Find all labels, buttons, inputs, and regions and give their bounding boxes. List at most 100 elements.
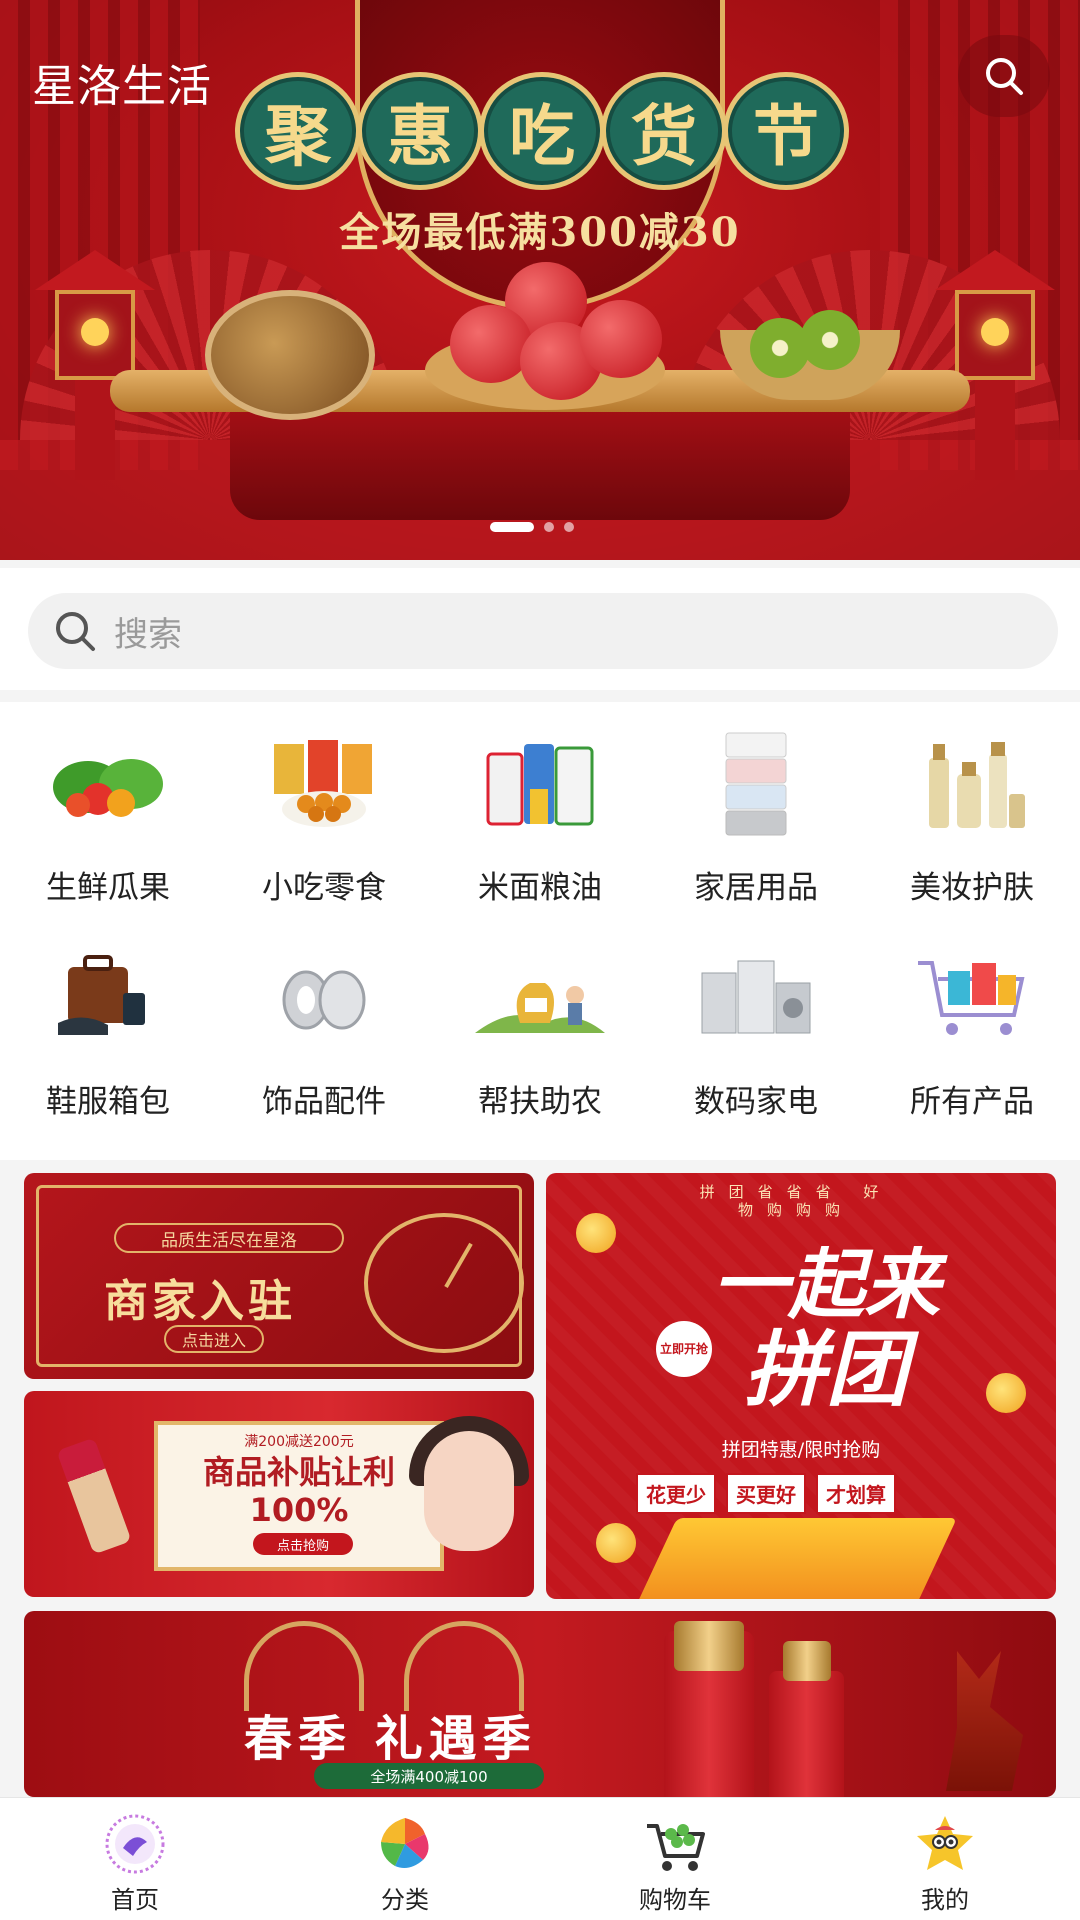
category-item-fresh-fruit[interactable]: 生鲜瓜果: [0, 724, 216, 938]
group-buy-tags: 花更少 买更好 才划算: [636, 1473, 896, 1514]
group-buy-tag: 买更好: [726, 1473, 806, 1514]
earrings-icon: [259, 938, 389, 1058]
drawer-cabinet-icon: [691, 724, 821, 844]
subsidy-top-text: 满200减送200元: [244, 1434, 354, 1450]
coin-icon: [576, 1213, 616, 1253]
group-buy-banner[interactable]: 拼团省省省 好物购购购 一起来 拼团 立即开抢 拼团特惠/限时抢购 花更少 买更…: [546, 1173, 1056, 1599]
vegetables-icon: [43, 724, 173, 844]
snacks-icon: [259, 724, 389, 844]
lantern-icon: [35, 250, 155, 480]
farmer-aid-icon: [475, 938, 605, 1058]
cosmetic-bottle-icon: [664, 1621, 754, 1797]
phone-stage-illustration: [635, 1518, 957, 1599]
category-item-grain-oil[interactable]: 米面粮油: [432, 724, 648, 938]
merchant-title: 商家入驻: [104, 1276, 296, 1327]
category-item-accessories[interactable]: 饰品配件: [216, 938, 432, 1152]
banner-title-char: 聚: [235, 72, 361, 190]
coin-icon: [986, 1373, 1026, 1413]
grain-oil-icon: [475, 724, 605, 844]
category-label: 帮扶助农: [478, 1084, 602, 1120]
lantern-icon: [935, 250, 1055, 480]
search-input[interactable]: 搜索: [28, 593, 1058, 669]
tab-category[interactable]: 分类: [270, 1798, 540, 1920]
category-label: 小吃零食: [262, 870, 386, 906]
tab-label: 首页: [111, 1886, 159, 1914]
group-buy-tag: 才划算: [816, 1473, 896, 1514]
carousel-dot[interactable]: [564, 522, 574, 532]
app-brand-title: 星洛生活: [32, 61, 212, 112]
antler-decoration: [244, 1621, 364, 1711]
home-icon: [103, 1812, 167, 1876]
category-label: 生鲜瓜果: [46, 870, 170, 906]
category-item-all-products[interactable]: 所有产品: [864, 938, 1080, 1152]
antler-decoration: [404, 1621, 524, 1711]
category-label: 饰品配件: [262, 1084, 386, 1120]
model-face-icon: [424, 1431, 514, 1551]
subsidy-card: 满200减送200元 商品补贴让利100% 点击抢购: [154, 1421, 444, 1571]
category-label: 所有产品: [910, 1084, 1034, 1120]
bottom-tab-bar: 首页 分类 购物车 我的: [0, 1797, 1080, 1920]
banner-title-char: 节: [723, 72, 849, 190]
banner-title: 聚 惠 吃 货 节: [235, 72, 865, 190]
tab-label: 购物车: [639, 1886, 711, 1914]
spring-gift-banner[interactable]: 春季 礼遇季 全场满400减100: [24, 1611, 1056, 1797]
tab-cart[interactable]: 购物车: [540, 1798, 810, 1920]
subsidy-banner[interactable]: 满200减送200元 商品补贴让利100% 点击抢购: [24, 1391, 534, 1597]
merchant-enter-button[interactable]: 点击进入: [164, 1325, 264, 1353]
spring-title: 春季 礼遇季: [244, 1711, 537, 1767]
banner-subtitle: 全场最低满300减30: [339, 209, 741, 256]
tab-label: 我的: [921, 1886, 969, 1914]
subsidy-title: 商品补贴让利100%: [202, 1453, 395, 1529]
banner-title-char: 吃: [479, 72, 605, 190]
coin-icon: [596, 1523, 636, 1563]
category-label: 鞋服箱包: [46, 1084, 170, 1120]
carousel-dot[interactable]: [544, 522, 554, 532]
shopping-cart-icon: [643, 1812, 707, 1876]
banner-title-char: 货: [601, 72, 727, 190]
category-label: 美妆护肤: [910, 870, 1034, 906]
category-label: 家居用品: [694, 870, 818, 906]
start-now-badge: 立即开抢: [656, 1321, 712, 1377]
cosmetic-bottle-icon: [769, 1641, 844, 1797]
group-buy-top-text: 拼团省省省 好物购购购: [699, 1183, 893, 1219]
category-label: 米面粮油: [478, 870, 602, 906]
merchant-slogan: 品质生活尽在星洛: [114, 1223, 344, 1253]
header-search-button[interactable]: [958, 35, 1050, 117]
category-item-shoes-bags[interactable]: 鞋服箱包: [0, 938, 216, 1152]
category-item-farm-aid[interactable]: 帮扶助农: [432, 938, 648, 1152]
category-item-home[interactable]: 家居用品: [648, 724, 864, 938]
apple-icon: [580, 300, 662, 378]
lipstick-icon: [56, 1437, 132, 1555]
cosmetics-icon: [907, 724, 1037, 844]
table-decoration: [230, 410, 850, 520]
carousel-indicator: [490, 522, 574, 532]
category-icon: [373, 1812, 437, 1876]
tab-home[interactable]: 首页: [0, 1798, 270, 1920]
tab-label: 分类: [381, 1886, 429, 1914]
tab-profile[interactable]: 我的: [810, 1798, 1080, 1920]
profile-icon: [913, 1812, 977, 1876]
category-grid: 生鲜瓜果 小吃零食 米面粮油 家居用品 美妆护肤 鞋服箱包 饰品配件 帮扶助农 …: [0, 702, 1080, 1160]
spring-discount-bar: 全场满400减100: [314, 1763, 544, 1789]
subsidy-buy-button[interactable]: 点击抢购: [253, 1533, 353, 1555]
nuts-plate-icon: [205, 290, 375, 420]
group-buy-title-2: 拼团: [744, 1323, 908, 1418]
clock-icon: [364, 1213, 524, 1353]
search-section: 搜索: [0, 568, 1080, 690]
banner-title-char: 惠: [357, 72, 483, 190]
category-item-digital[interactable]: 数码家电: [648, 938, 864, 1152]
category-label: 数码家电: [694, 1084, 818, 1120]
search-icon: [986, 58, 1023, 95]
deer-icon: [946, 1651, 1023, 1791]
cart-gifts-icon: [907, 938, 1037, 1058]
apple-icon: [450, 305, 532, 383]
group-buy-tag: 花更少: [636, 1473, 716, 1514]
luggage-icon: [43, 938, 173, 1058]
merchant-join-banner[interactable]: 品质生活尽在星洛 商家入驻 点击进入: [24, 1173, 534, 1379]
carousel-dot-active[interactable]: [490, 522, 534, 532]
category-item-snacks[interactable]: 小吃零食: [216, 724, 432, 938]
category-item-beauty[interactable]: 美妆护肤: [864, 724, 1080, 938]
search-icon: [56, 612, 95, 651]
group-buy-tagline: 拼团特惠/限时抢购: [721, 1439, 881, 1461]
search-placeholder: 搜索: [114, 614, 182, 655]
